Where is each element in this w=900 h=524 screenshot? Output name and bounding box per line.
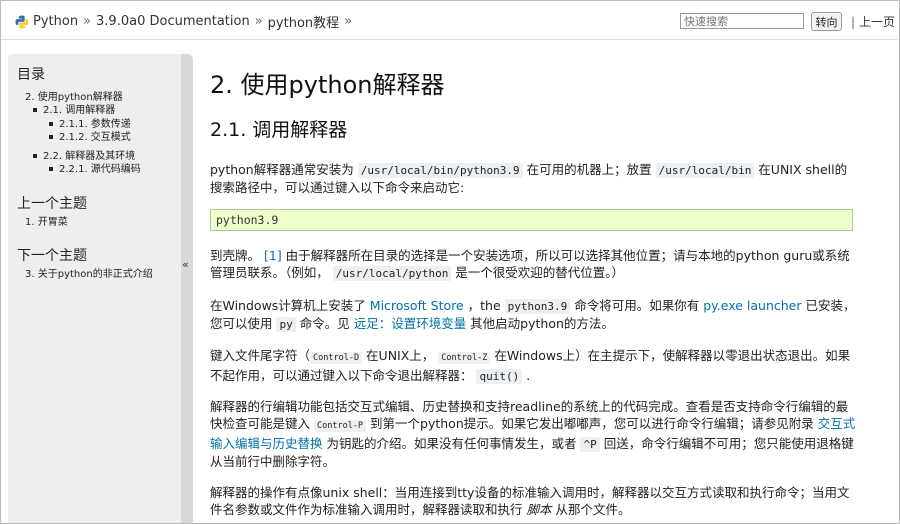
microsoft-store-link[interactable]: Microsoft Store: [370, 298, 464, 313]
section-heading: 2.1. 调用解释器: [210, 119, 348, 141]
inline-code: /usr/local/bin/python3.9: [357, 163, 523, 178]
python-logo-icon: [15, 15, 29, 28]
paragraph-shell-like: 解释器的操作有点像unix shell：当用连接到tty设备的标准输入调用时，解…: [210, 485, 850, 517]
sidebar-collapse-button[interactable]: «: [181, 54, 193, 523]
top-links: |上一页|: [851, 15, 896, 29]
top-navigation-bar: Python » 3.9.0a0 Documentation » python教…: [1, 1, 899, 40]
inline-code: python3.9: [504, 299, 571, 314]
previous-page-link[interactable]: 上一页: [859, 15, 895, 29]
quick-search-input[interactable]: [680, 13, 804, 29]
toc-item[interactable]: 2.2.1. 源代码编码: [49, 160, 141, 175]
bullet-icon: [33, 154, 37, 158]
footnote-link[interactable]: [1]: [264, 248, 282, 263]
toc-item[interactable]: 2.1. 调用解释器: [33, 101, 115, 116]
bullet-icon: [49, 167, 53, 171]
paragraph-invoke: python解释器通常安装为 /usr/local/bin/python3.9 …: [210, 162, 848, 195]
double-chevron-left-icon: «: [182, 258, 189, 271]
search-go-button[interactable]: 转向: [811, 12, 842, 31]
inline-code: Control-P: [313, 420, 367, 432]
paragraph-windows: 在Windows计算机上安装了 Microsoft Store ，the pyt…: [210, 298, 856, 332]
next-topic-heading: 下一个主题: [17, 248, 87, 264]
bullet-icon: [33, 108, 37, 112]
next-topic-link[interactable]: 3. 关于python的非正式介绍: [25, 265, 153, 280]
breadcrumb-separator: »: [83, 14, 92, 29]
inline-code: Control-D: [310, 352, 363, 364]
breadcrumb-docs[interactable]: 3.9.0a0 Documentation: [96, 14, 250, 29]
bullet-icon: [49, 135, 53, 139]
paragraph-line-editing: 解释器的行编辑功能包括交互式编辑、历史替换和支持readline的系统上的代码完…: [210, 399, 856, 469]
page-title: 2. 使用python解释器: [210, 71, 445, 99]
inline-code: /usr/local/python: [332, 266, 452, 281]
breadcrumb: Python » 3.9.0a0 Documentation » python教…: [15, 12, 357, 31]
bullet-icon: [49, 122, 53, 126]
inline-code: quit(): [476, 369, 523, 384]
env-vars-link[interactable]: 远足：设置环境变量: [354, 316, 467, 331]
inline-code: ^P: [580, 437, 600, 452]
paragraph-exit: 键入文件尾字符（ Control-D 在UNIX上， Control-Z 在Win…: [210, 348, 851, 384]
code-block: python3.9: [210, 209, 853, 231]
py-launcher-link[interactable]: py.exe launcher: [703, 298, 801, 313]
breadcrumb-separator: »: [254, 14, 263, 29]
breadcrumb-python[interactable]: Python: [33, 14, 78, 29]
sidebar: 目录 2. 使用python解释器 2.1. 调用解释器 2.1.1. 参数传递…: [8, 54, 181, 523]
page-frame: Python » 3.9.0a0 Documentation » python教…: [0, 0, 900, 524]
inline-code: Control-Z: [438, 352, 491, 364]
breadcrumb-separator: »: [344, 14, 353, 29]
toc-item[interactable]: 2.1.2. 交互模式: [49, 128, 131, 143]
prev-topic-heading: 上一个主题: [17, 196, 87, 212]
toc-heading: 目录: [17, 67, 45, 83]
inline-code: /usr/local/bin: [655, 163, 755, 178]
paragraph-shell: 到壳牌。 [1] 由于解释器所在目录的选择是一个安装选项，所以可以选择其他位置；…: [210, 248, 850, 281]
breadcrumb-tutorial[interactable]: python教程: [268, 12, 339, 31]
prev-topic-link[interactable]: 1. 开胃菜: [25, 213, 68, 228]
inline-code: py: [276, 317, 296, 332]
